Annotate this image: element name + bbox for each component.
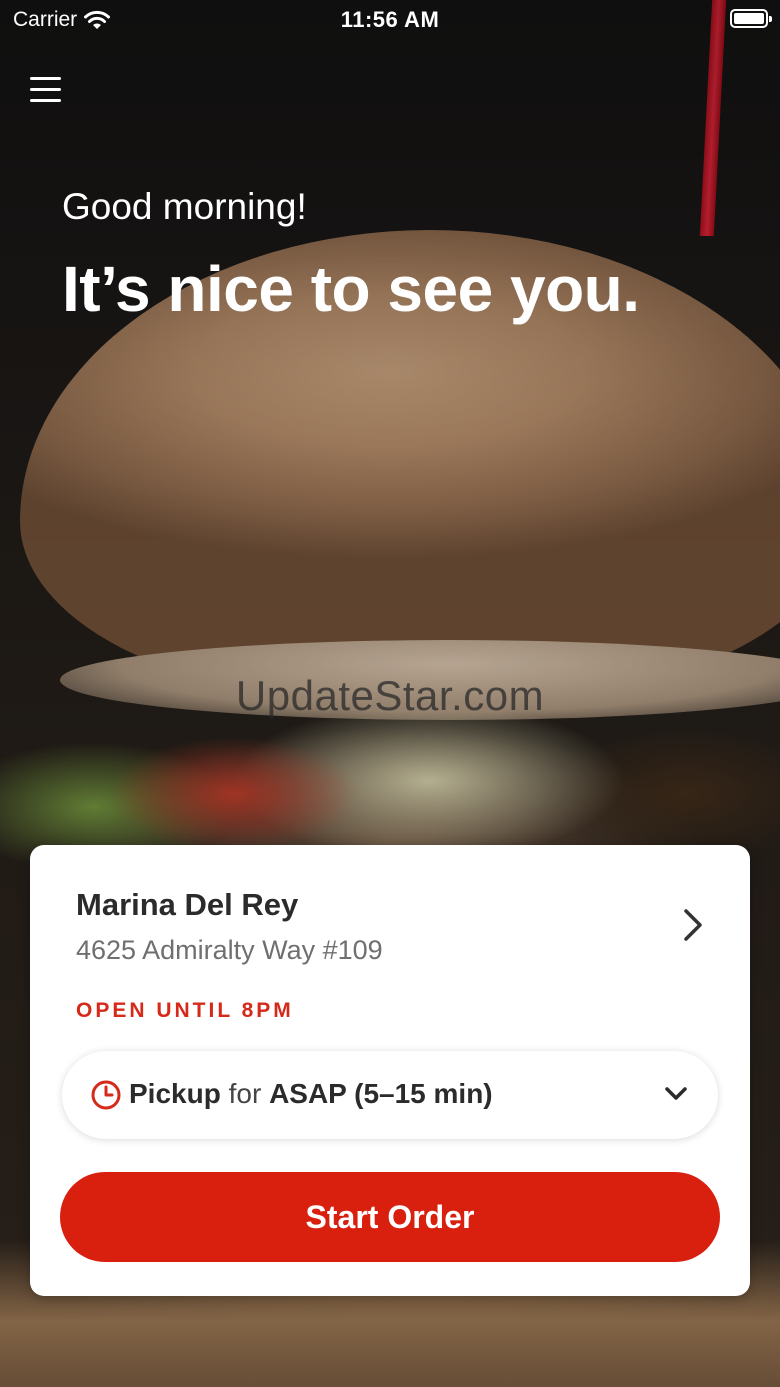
battery-level bbox=[734, 13, 764, 24]
start-order-button[interactable]: Start Order bbox=[60, 1172, 720, 1262]
clock-icon bbox=[91, 1080, 121, 1110]
store-address: 4625 Admiralty Way #109 bbox=[76, 935, 383, 965]
battery-icon bbox=[730, 9, 772, 28]
store-name: Marina Del Rey bbox=[76, 887, 299, 922]
pickup-connector: for bbox=[228, 1078, 262, 1109]
status-bar: Carrier 11:56 AM bbox=[0, 0, 780, 40]
pickup-time: ASAP (5–15 min) bbox=[269, 1078, 493, 1109]
greeting-text: Good morning! bbox=[62, 186, 307, 227]
watermark: UpdateStar.com bbox=[235, 672, 545, 719]
pickup-mode: Pickup bbox=[129, 1078, 221, 1109]
welcome-heading: It’s nice to see you. bbox=[62, 253, 640, 325]
status-time: 11:56 AM bbox=[340, 7, 440, 32]
pickup-summary: Pickup for ASAP (5–15 min) bbox=[129, 1078, 493, 1110]
chevron-right-icon bbox=[684, 909, 702, 941]
pickup-time-selector[interactable]: Pickup for ASAP (5–15 min) bbox=[62, 1051, 718, 1139]
store-card: Marina Del Rey 4625 Admiralty Way #109 O… bbox=[30, 845, 750, 1296]
hamburger-menu-icon[interactable] bbox=[30, 75, 62, 103]
store-selector[interactable]: Marina Del Rey 4625 Admiralty Way #109 bbox=[30, 845, 750, 975]
chevron-down-icon bbox=[665, 1087, 687, 1100]
store-hours-status: OPEN UNTIL 8PM bbox=[76, 999, 294, 1022]
